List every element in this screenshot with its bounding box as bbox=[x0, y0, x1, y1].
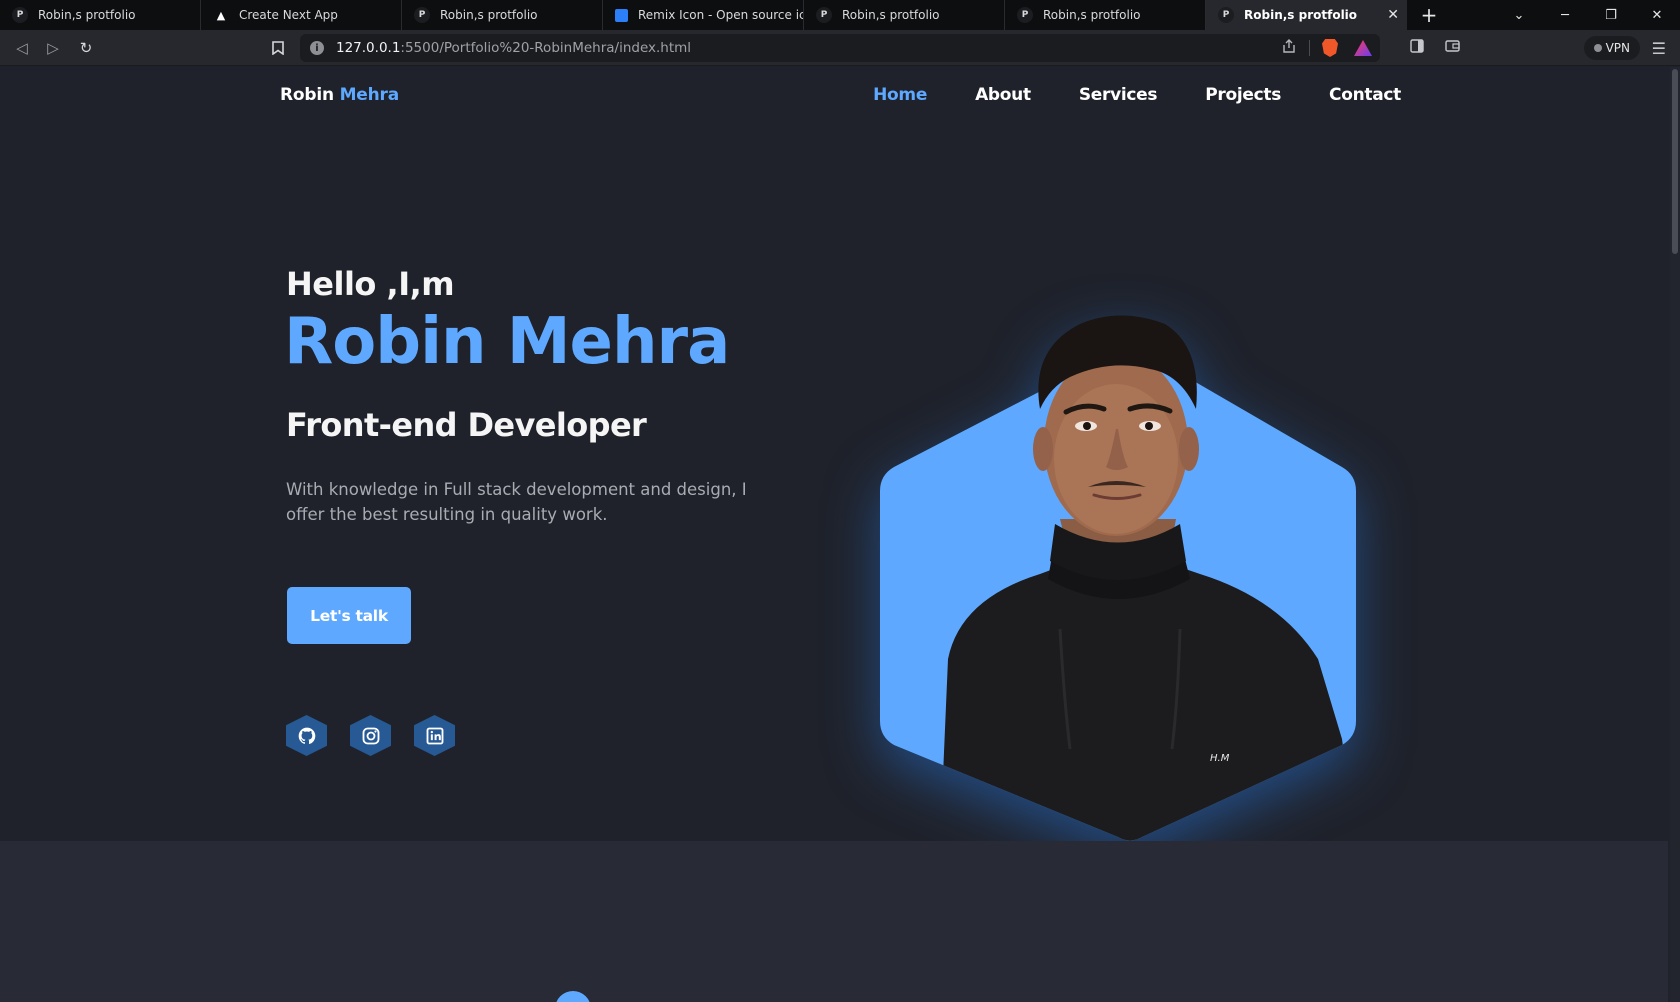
url-host: 127.0.0.1 bbox=[336, 40, 401, 56]
brave-rewards-icon[interactable] bbox=[1354, 40, 1372, 56]
instagram-link[interactable] bbox=[350, 715, 391, 756]
brave-shields-icon[interactable] bbox=[1322, 39, 1338, 57]
share-icon[interactable] bbox=[1282, 39, 1296, 57]
window-controls: ⌄ ─ ❐ ✕ bbox=[1496, 0, 1680, 30]
portfolio-favicon-icon: P bbox=[816, 7, 832, 23]
tab-title: Robin,s protfolio bbox=[440, 8, 538, 22]
hero-section: Hello ,I,m Robin Mehra Front-end Develop… bbox=[0, 123, 1668, 841]
vpn-label: VPN bbox=[1605, 41, 1630, 55]
bookmark-icon[interactable] bbox=[268, 38, 288, 58]
tab-list-chevron-icon[interactable]: ⌄ bbox=[1496, 0, 1542, 30]
hero-greeting: Hello ,I,m bbox=[286, 265, 455, 303]
vpn-button[interactable]: VPN bbox=[1583, 36, 1640, 60]
logo-first: Robin bbox=[280, 85, 334, 105]
browser-tab-active[interactable]: P Robin,s protfolio ✕ bbox=[1206, 0, 1407, 30]
tab-title: Robin,s protfolio bbox=[1043, 8, 1141, 22]
reload-icon[interactable]: ↻ bbox=[76, 38, 96, 58]
site-logo[interactable]: Robin Mehra bbox=[280, 85, 399, 105]
forward-icon[interactable]: ▷ bbox=[43, 38, 63, 58]
social-links bbox=[286, 715, 455, 756]
lets-talk-button[interactable]: Let's talk bbox=[287, 587, 411, 644]
close-tab-icon[interactable]: ✕ bbox=[1387, 7, 1399, 23]
tab-title: Robin,s protfolio bbox=[1244, 8, 1358, 22]
hero-name: Robin Mehra bbox=[284, 305, 730, 379]
sidebar-toggle-icon[interactable] bbox=[1410, 39, 1424, 57]
github-link[interactable] bbox=[286, 715, 327, 756]
instagram-icon bbox=[362, 727, 379, 744]
hero-description: With knowledge in Full stack development… bbox=[286, 480, 747, 524]
tab-title: Robin,s protfolio bbox=[842, 8, 940, 22]
main-nav: Home About Services Projects Contact bbox=[873, 85, 1401, 105]
site-info-icon[interactable]: i bbox=[310, 41, 324, 55]
linkedin-link[interactable] bbox=[414, 715, 455, 756]
vercel-favicon-icon: ▲ bbox=[216, 8, 226, 22]
nav-link-projects[interactable]: Projects bbox=[1205, 85, 1281, 105]
browser-toolbar: ◁ ▷ ↻ i 127.0.0.1:5500/Portfolio%20-Robi… bbox=[0, 30, 1680, 66]
portfolio-favicon-icon: P bbox=[414, 7, 430, 23]
page-scrollbar[interactable] bbox=[1670, 67, 1680, 1002]
tab-title: Remix Icon - Open source icon bbox=[638, 8, 803, 22]
github-icon bbox=[298, 727, 315, 744]
page-viewport: Robin Mehra Home About Services Projects… bbox=[0, 67, 1680, 1002]
about-section-preview bbox=[0, 841, 1668, 1002]
site-header: Robin Mehra Home About Services Projects… bbox=[0, 67, 1668, 123]
profile-portrait-image: H.M bbox=[880, 315, 1356, 841]
browser-tab[interactable]: P Robin,s protfolio bbox=[0, 0, 201, 30]
address-bar[interactable]: i 127.0.0.1:5500/Portfolio%20-RobinMehra… bbox=[300, 34, 1380, 62]
portfolio-favicon-icon: P bbox=[1218, 7, 1234, 23]
browser-tab[interactable]: P Robin,s protfolio bbox=[1005, 0, 1206, 30]
menu-icon[interactable]: ☰ bbox=[1652, 39, 1666, 58]
svg-text:H.M: H.M bbox=[1210, 753, 1230, 764]
vpn-status-icon bbox=[1593, 44, 1602, 52]
restore-window-icon[interactable]: ❐ bbox=[1588, 0, 1634, 30]
profile-photo: H.M bbox=[880, 299, 1356, 845]
portfolio-favicon-icon: P bbox=[1017, 7, 1033, 23]
url-path: :5500/Portfolio%20-RobinMehra/index.html bbox=[400, 40, 692, 56]
nav-link-services[interactable]: Services bbox=[1079, 85, 1158, 105]
wallet-icon[interactable] bbox=[1445, 39, 1460, 57]
tab-title: Robin,s protfolio bbox=[38, 8, 136, 22]
back-icon[interactable]: ◁ bbox=[12, 38, 32, 58]
minimize-window-icon[interactable]: ─ bbox=[1542, 0, 1588, 30]
hero-role: Front-end Developer bbox=[286, 406, 647, 444]
tab-title: Create Next App bbox=[239, 8, 338, 22]
remix-favicon-icon bbox=[615, 8, 628, 22]
browser-tab[interactable]: Remix Icon - Open source icon bbox=[603, 0, 804, 30]
new-tab-button[interactable]: + bbox=[1407, 0, 1451, 30]
browser-tab[interactable]: P Robin,s protfolio bbox=[804, 0, 1005, 30]
browser-tab-bar: P Robin,s protfolio ▲ Create Next App P … bbox=[0, 0, 1680, 30]
logo-accent: Mehra bbox=[339, 85, 400, 105]
section-decoration bbox=[555, 991, 591, 1002]
portfolio-favicon-icon: P bbox=[12, 7, 28, 23]
nav-link-home[interactable]: Home bbox=[873, 85, 927, 105]
browser-tab[interactable]: ▲ Create Next App bbox=[201, 0, 402, 30]
browser-tab[interactable]: P Robin,s protfolio bbox=[402, 0, 603, 30]
nav-link-about[interactable]: About bbox=[975, 85, 1031, 105]
close-window-icon[interactable]: ✕ bbox=[1634, 0, 1680, 30]
nav-link-contact[interactable]: Contact bbox=[1329, 85, 1401, 105]
scrollbar-thumb[interactable] bbox=[1672, 69, 1678, 254]
linkedin-icon bbox=[426, 727, 443, 744]
address-divider bbox=[1309, 40, 1310, 56]
